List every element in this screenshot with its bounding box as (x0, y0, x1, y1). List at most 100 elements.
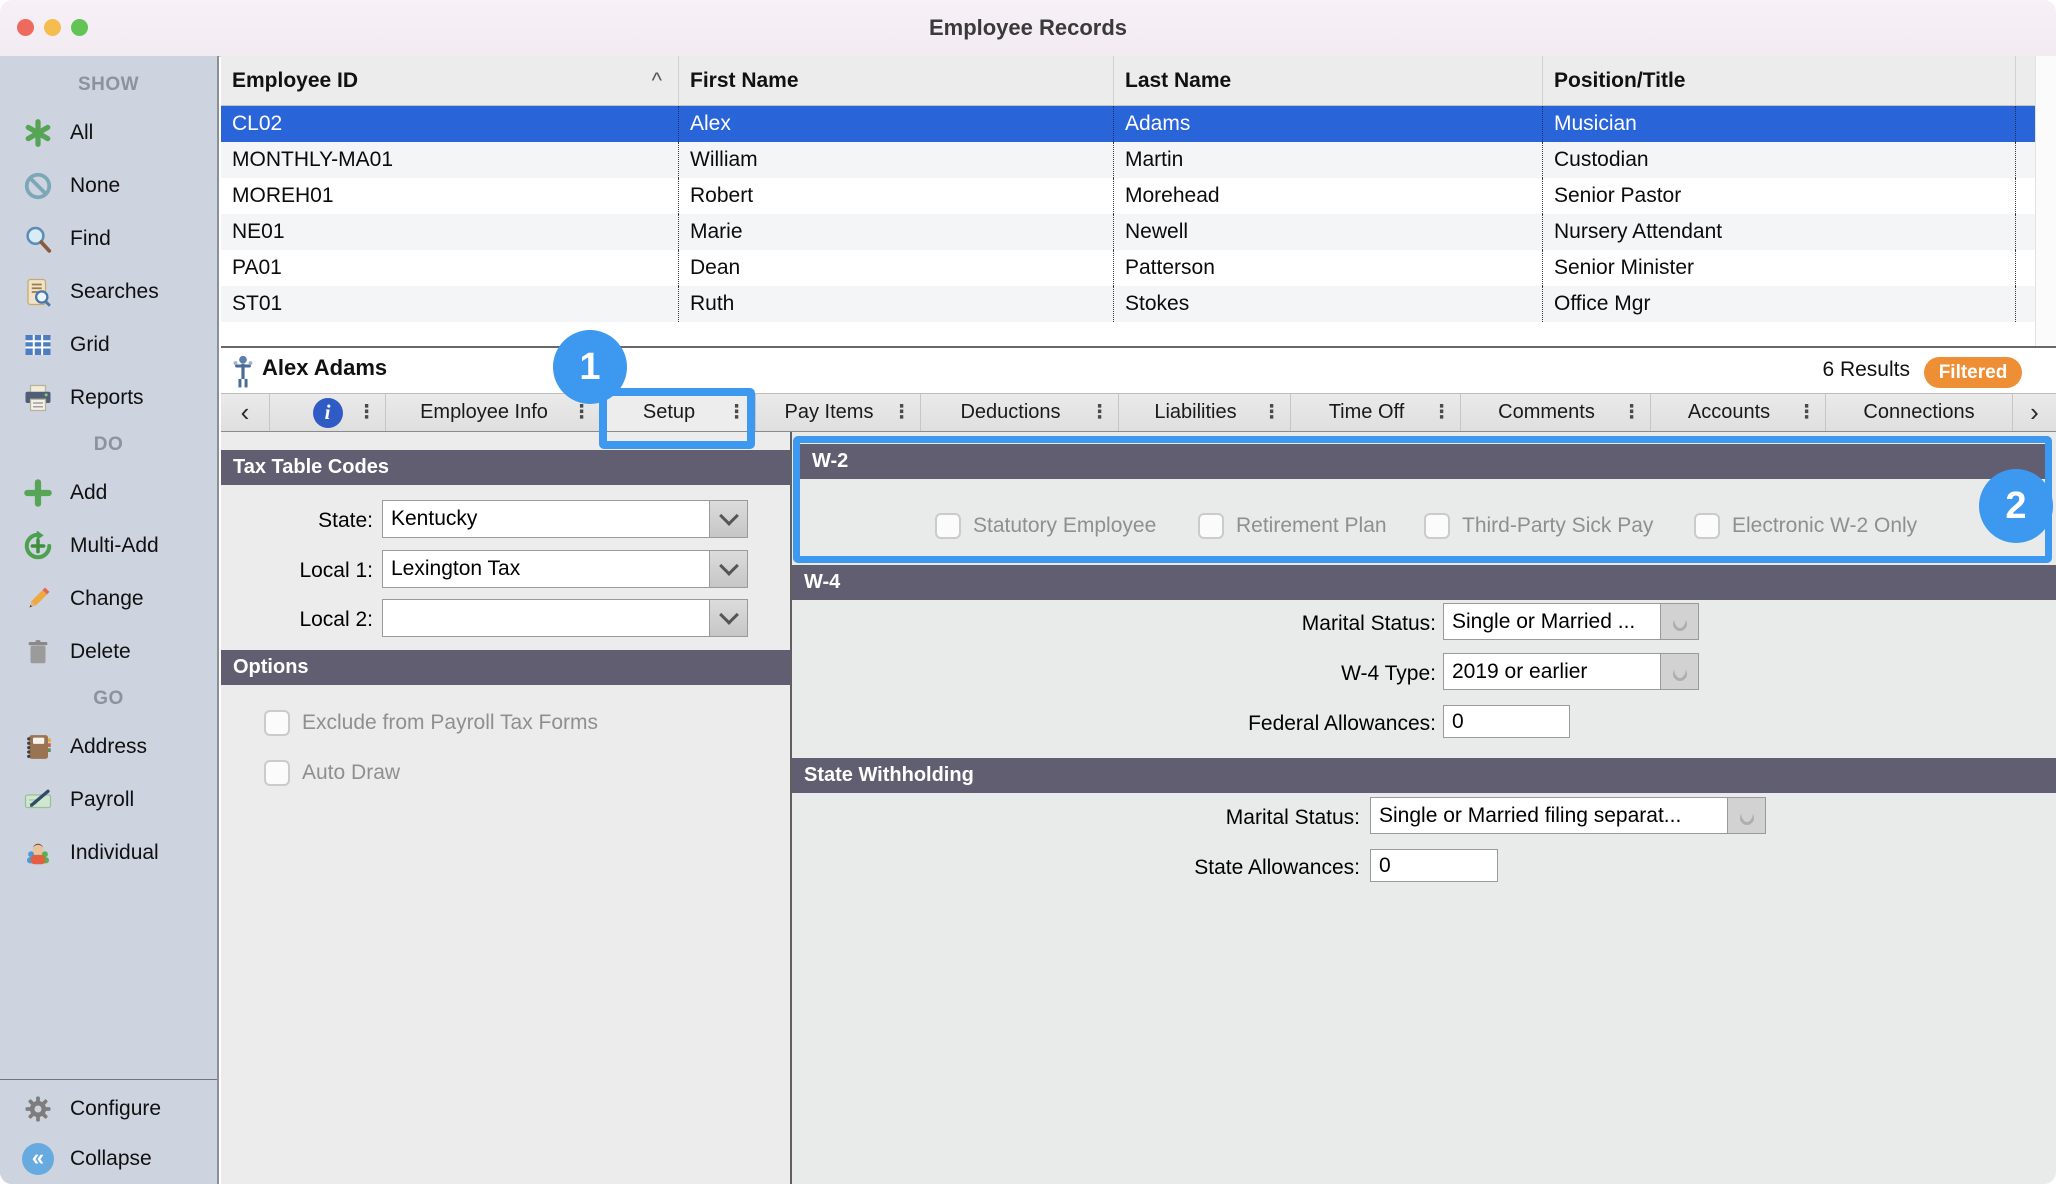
sidebar-section-show: SHOW (0, 64, 217, 106)
tab-menu-icon[interactable]: ⋮ (357, 394, 376, 431)
sidebar-item-find[interactable]: Find (0, 212, 217, 265)
chevron-down-icon (1737, 808, 1757, 828)
sidebar-item-label: Multi-Add (70, 534, 159, 558)
sidebar-item-change[interactable]: Change (0, 572, 217, 625)
circular-plus-icon (20, 528, 56, 564)
w4-marital-status-combobox[interactable]: Single or Married ... (1443, 603, 1699, 640)
section-header-tax-table-codes: Tax Table Codes (221, 450, 790, 485)
table-scrollbar-track[interactable] (2035, 56, 2056, 346)
tab-menu-icon[interactable]: ⋮ (1797, 394, 1816, 431)
tab-connections[interactable]: Connections (1825, 394, 2012, 431)
tab-pay-items[interactable]: Pay Items ⋮ (755, 394, 920, 431)
combo-dropdown-button[interactable] (709, 551, 747, 587)
tab-info[interactable]: i ⋮ (269, 394, 385, 431)
local1-label: Local 1: (221, 559, 373, 583)
tab-menu-icon[interactable]: ⋮ (1090, 394, 1109, 431)
w4-type-combobox[interactable]: 2019 or earlier (1443, 653, 1699, 690)
sidebar-item-reports[interactable]: Reports (0, 371, 217, 424)
tab-menu-icon[interactable]: ⋮ (1432, 394, 1451, 431)
federal-allowances-label: Federal Allowances: (1106, 712, 1436, 736)
tab-menu-icon[interactable]: ⋮ (1622, 394, 1641, 431)
sidebar-item-configure[interactable]: Configure (0, 1084, 217, 1134)
callout-rect-setup-tab (599, 388, 755, 449)
table-row[interactable]: PA01 Dean Patterson Senior Minister (221, 250, 2056, 286)
sidebar-item-none[interactable]: None (0, 159, 217, 212)
column-header-position[interactable]: Position/Title (1542, 56, 2015, 105)
sidebar-item-label: Individual (70, 841, 159, 865)
column-header-employee-id[interactable]: Employee ID ^ (221, 56, 678, 105)
employee-records-window: Employee Records SHOW All None (0, 0, 2056, 1184)
section-header-state-withholding: State Withholding (792, 758, 2056, 793)
sidebar-item-multi-add[interactable]: Multi-Add (0, 519, 217, 572)
sidebar-item-label: Configure (70, 1097, 161, 1121)
combo-dropdown-button[interactable] (1727, 798, 1765, 833)
sidebar-item-label: Payroll (70, 788, 134, 812)
filtered-badge[interactable]: Filtered (1924, 357, 2022, 388)
trash-icon (20, 634, 56, 670)
search-icon (20, 221, 56, 257)
combo-dropdown-button[interactable] (1660, 654, 1698, 689)
local2-label: Local 2: (221, 608, 373, 632)
exclude-payroll-tax-forms-checkbox-row: Exclude from Payroll Tax Forms (264, 710, 598, 736)
printer-icon (20, 380, 56, 416)
column-header-first-name[interactable]: First Name (678, 56, 1113, 105)
tab-menu-icon[interactable]: ⋮ (892, 394, 911, 431)
w4-type-label: W-4 Type: (1106, 662, 1436, 686)
tab-employee-info[interactable]: Employee Info ⋮ (385, 394, 600, 431)
sidebar-item-searches[interactable]: Searches (0, 265, 217, 318)
table-row[interactable]: MOREH01 Robert Morehead Senior Pastor (221, 178, 2056, 214)
sidebar-item-label: All (70, 121, 93, 145)
checkbox[interactable] (264, 710, 290, 736)
sort-ascending-icon[interactable]: ^ (652, 56, 662, 105)
table-row[interactable]: ST01 Ruth Stokes Office Mgr (221, 286, 2056, 322)
chevron-down-icon (719, 506, 739, 526)
sidebar-item-add[interactable]: Add (0, 466, 217, 519)
record-name: Alex Adams (262, 355, 387, 381)
section-header-options: Options (221, 650, 790, 685)
tab-accounts[interactable]: Accounts ⋮ (1650, 394, 1825, 431)
tab-menu-icon[interactable]: ⋮ (1262, 394, 1281, 431)
sidebar: SHOW All None Find (0, 56, 219, 1184)
table-row[interactable]: MONTHLY-MA01 William Martin Custodian (221, 142, 2056, 178)
federal-allowances-input[interactable]: 0 (1443, 705, 1570, 738)
tabs-scroll-left-button[interactable]: ‹ (221, 394, 269, 431)
sidebar-item-payroll[interactable]: Payroll (0, 773, 217, 826)
detail-tab-bar: ‹ i ⋮ Employee Info ⋮ Setup ⋮ Pay Items … (221, 394, 2056, 432)
local2-combobox[interactable] (382, 599, 748, 637)
sidebar-item-label: Add (70, 481, 107, 505)
address-book-icon (20, 729, 56, 765)
tab-comments[interactable]: Comments ⋮ (1460, 394, 1650, 431)
combo-dropdown-button[interactable] (709, 600, 747, 636)
auto-draw-checkbox-row: Auto Draw (264, 760, 400, 786)
combo-dropdown-button[interactable] (709, 501, 747, 537)
state-marital-status-combobox[interactable]: Single or Married filing separat... (1370, 797, 1766, 834)
chevron-down-icon (1670, 664, 1690, 684)
state-allowances-input[interactable]: 0 (1370, 849, 1498, 882)
w4-marital-status-label: Marital Status: (1106, 612, 1436, 636)
local1-combobox[interactable]: Lexington Tax (382, 550, 748, 588)
sidebar-item-grid[interactable]: Grid (0, 318, 217, 371)
tabs-scroll-right-button[interactable]: › (2012, 394, 2056, 431)
prohibition-icon (20, 168, 56, 204)
table-row[interactable]: CL02 Alex Adams Musician (221, 106, 2056, 142)
sidebar-item-label: None (70, 174, 120, 198)
column-header-last-name[interactable]: Last Name (1113, 56, 1542, 105)
callout-rect-w2-section (793, 436, 2052, 563)
tab-time-off[interactable]: Time Off ⋮ (1290, 394, 1460, 431)
sidebar-item-individual[interactable]: Individual (0, 826, 217, 879)
checkbox[interactable] (264, 760, 290, 786)
sidebar-item-all[interactable]: All (0, 106, 217, 159)
sidebar-item-collapse[interactable]: « Collapse (0, 1134, 217, 1184)
state-combobox[interactable]: Kentucky (382, 500, 748, 538)
section-header-w4: W-4 (792, 565, 2056, 600)
table-row[interactable]: NE01 Marie Newell Nursery Attendant (221, 214, 2056, 250)
sidebar-item-address[interactable]: Address (0, 720, 217, 773)
tab-liabilities[interactable]: Liabilities ⋮ (1118, 394, 1290, 431)
sidebar-item-delete[interactable]: Delete (0, 625, 217, 678)
record-header-bar: Alex Adams 6 Results Filtered (221, 346, 2056, 394)
saved-searches-icon (20, 274, 56, 310)
chevron-down-icon (1670, 614, 1690, 634)
tab-deductions[interactable]: Deductions ⋮ (920, 394, 1118, 431)
window-title: Employee Records (0, 0, 2056, 56)
combo-dropdown-button[interactable] (1660, 604, 1698, 639)
